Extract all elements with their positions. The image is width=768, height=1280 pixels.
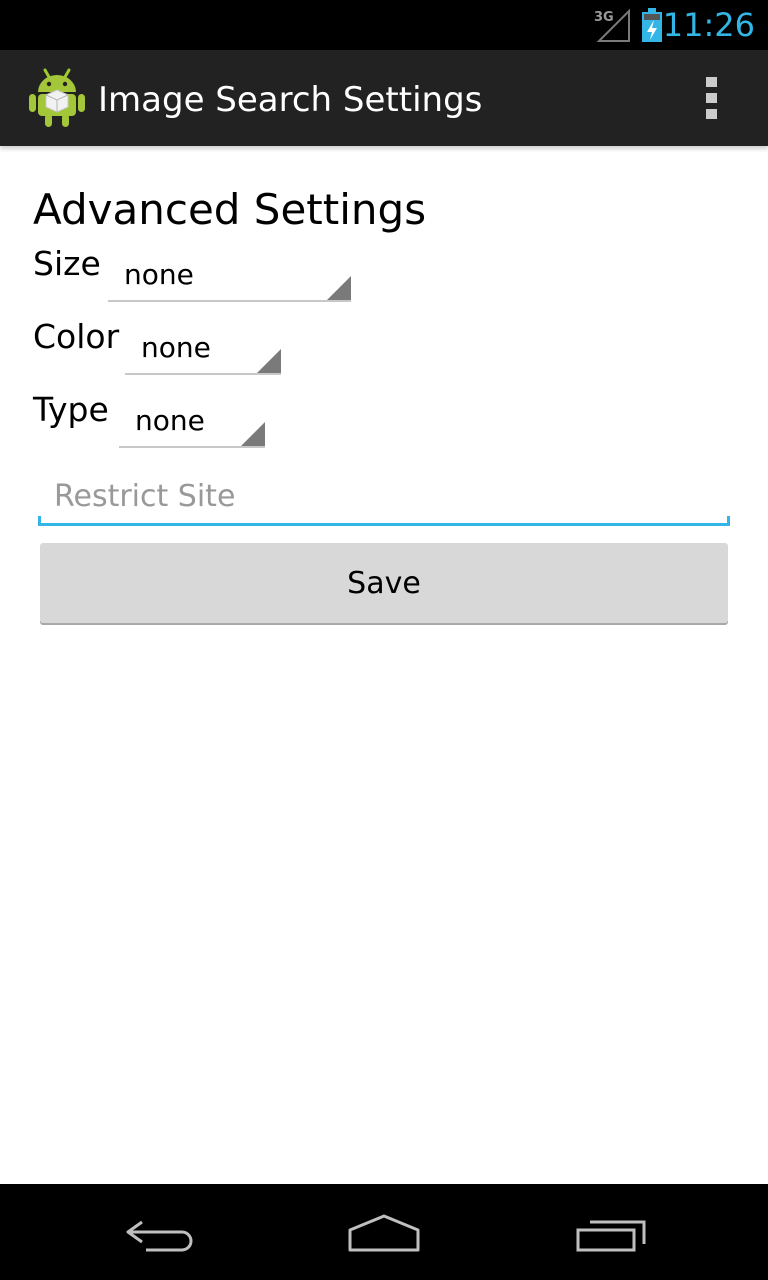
color-spinner[interactable]: none xyxy=(125,323,281,375)
back-icon xyxy=(126,1220,193,1252)
back-button[interactable] xyxy=(112,1204,208,1260)
dropdown-arrow-icon xyxy=(257,349,281,373)
section-heading: Advanced Settings xyxy=(33,185,427,234)
network-type-label: 3G xyxy=(594,10,614,25)
status-clock: 11:26 xyxy=(662,6,755,44)
android-icon[interactable] xyxy=(28,66,86,128)
home-button[interactable] xyxy=(336,1204,432,1260)
save-button[interactable]: Save xyxy=(40,543,728,623)
restrict-site-field xyxy=(38,470,730,526)
color-spinner-value: none xyxy=(141,331,211,364)
screen: 3G 11:26 Image Search Settings Advanced … xyxy=(0,0,768,1280)
home-icon xyxy=(348,1214,420,1252)
size-spinner-value: none xyxy=(124,258,194,291)
recent-apps-icon xyxy=(576,1220,646,1252)
app-title: Image Search Settings xyxy=(98,80,483,120)
action-bar: Image Search Settings xyxy=(0,50,768,146)
color-label: Color xyxy=(33,317,120,356)
signal-3g-icon: 3G xyxy=(594,8,630,42)
overflow-menu-icon[interactable] xyxy=(696,74,728,122)
status-bar: 3G 11:26 xyxy=(0,0,768,50)
size-spinner[interactable]: none xyxy=(108,250,351,302)
navigation-bar xyxy=(0,1184,768,1280)
type-label: Type xyxy=(33,390,109,429)
recent-apps-button[interactable] xyxy=(566,1204,662,1260)
restrict-site-input[interactable] xyxy=(54,474,714,518)
dropdown-arrow-icon xyxy=(327,276,351,300)
battery-charging-icon xyxy=(642,8,662,42)
type-spinner-value: none xyxy=(135,404,205,437)
size-label: Size xyxy=(33,244,101,283)
dropdown-arrow-icon xyxy=(241,422,265,446)
type-spinner[interactable]: none xyxy=(119,396,265,448)
